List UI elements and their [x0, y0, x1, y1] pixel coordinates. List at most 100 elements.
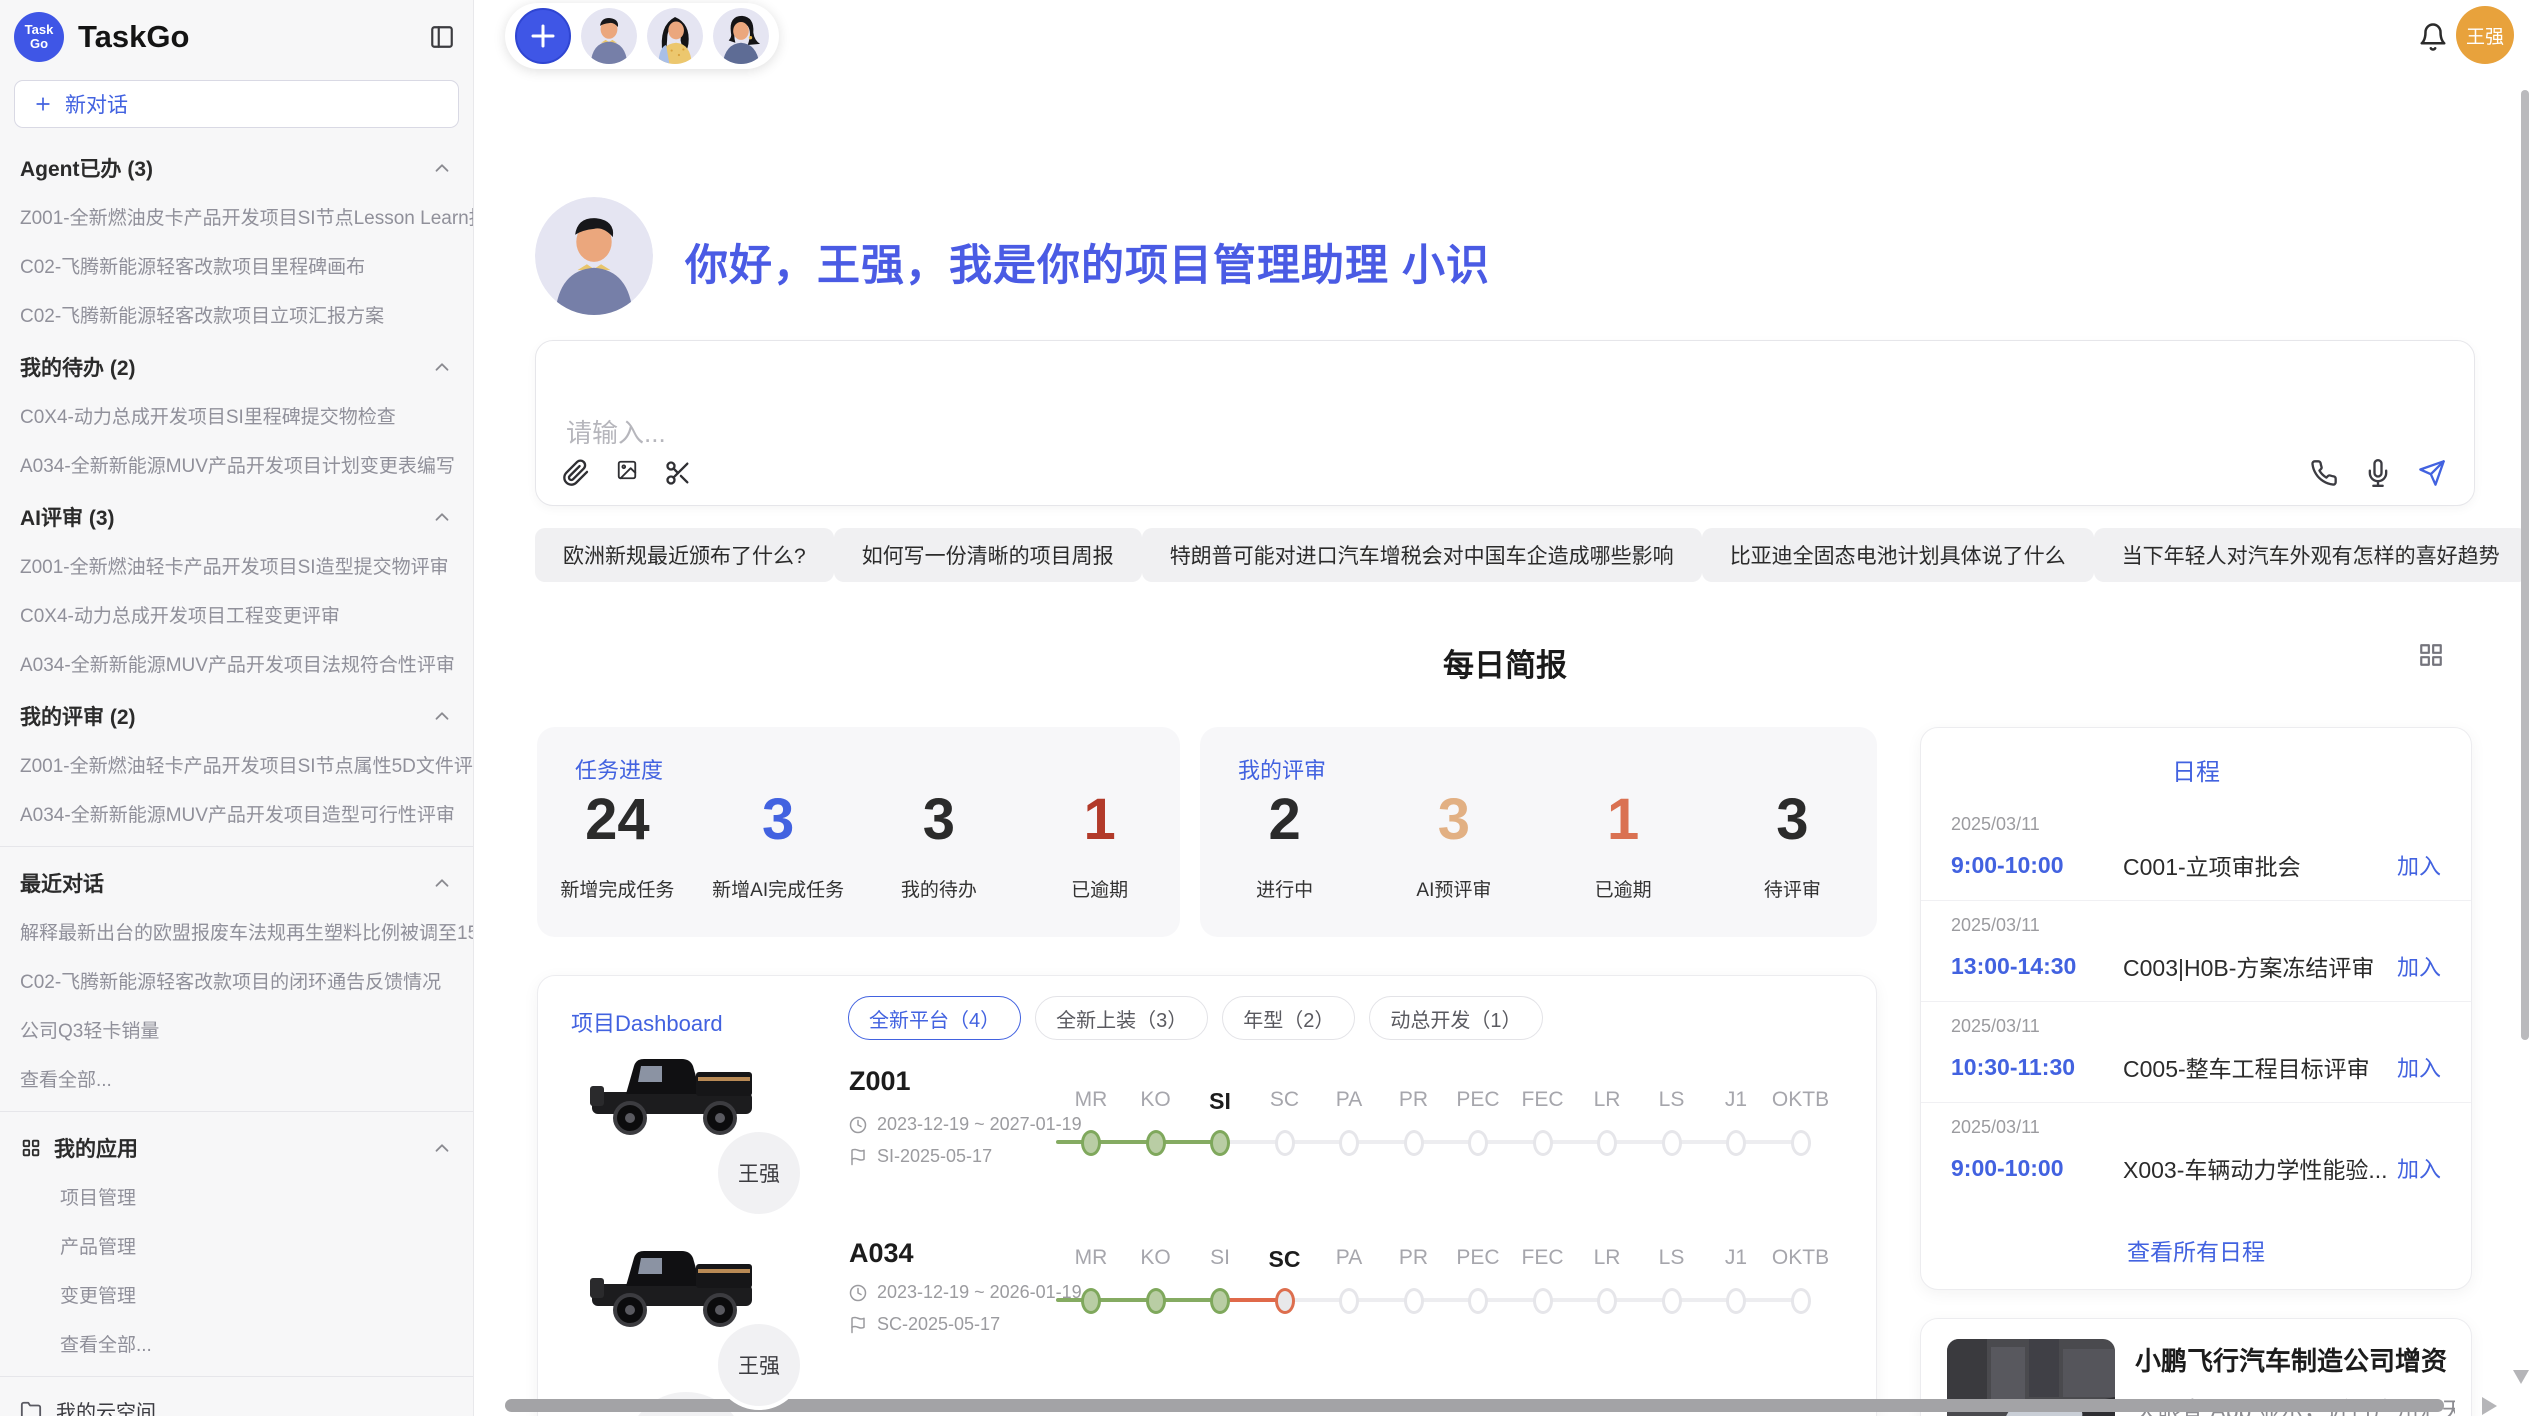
join-meeting-link[interactable]: 加入	[2397, 1152, 2441, 1184]
sidebar-item[interactable]: Z001-全新燃油皮卡产品开发项目SI节点Lesson Learn报告	[0, 192, 473, 241]
send-icon[interactable]	[2418, 459, 2446, 487]
chevron-up-icon[interactable]	[431, 356, 453, 378]
section-title: 我的应用	[20, 1133, 431, 1163]
sidebar-item[interactable]: 公司Q3轻卡销量	[0, 1005, 473, 1054]
sidebar-item[interactable]: 查看全部...	[0, 1054, 473, 1103]
briefing-layout-grid-icon[interactable]	[2418, 642, 2444, 668]
stat-grid: 24新增完成任务3新增AI完成任务3我的待办1已逾期	[537, 789, 1180, 923]
suggestion-chip[interactable]: 如何写一份清晰的项目周报	[834, 528, 1142, 582]
horizontal-scrollbar[interactable]	[505, 1399, 2444, 1412]
milestone-dot	[1791, 1130, 1811, 1156]
sidebar-item[interactable]: 解释最新出台的欧盟报废车法规再生塑料比例被调至15%...	[0, 907, 473, 956]
milestone-dot	[1597, 1130, 1617, 1156]
suggestion-chip[interactable]: 当下年轻人对汽车外观有怎样的喜好趋势	[2094, 528, 2528, 582]
dashboard-tab[interactable]: 全新上装（3）	[1035, 996, 1208, 1040]
daily-briefing-title: 每日简报	[535, 640, 2475, 685]
folder-icon	[20, 1400, 42, 1416]
dashboard-tab[interactable]: 年型（2）	[1222, 996, 1355, 1040]
chevron-up-icon[interactable]	[431, 506, 453, 528]
sidebar-item[interactable]: A034-全新新能源MUV产品开发项目法规符合性评审	[0, 639, 473, 688]
chevron-up-icon[interactable]	[431, 705, 453, 727]
logo-text-top: Task	[25, 23, 54, 37]
sidebar-section-header[interactable]: AI评审 (3)	[0, 489, 473, 541]
sidebar-shortcut[interactable]: 我的云空间	[0, 1385, 473, 1416]
new-chat-label: 新对话	[65, 89, 128, 119]
vertical-scrollbar[interactable]	[2521, 90, 2529, 1040]
sidebar-item[interactable]: C02-飞腾新能源轻客改款项目立项汇报方案	[0, 290, 473, 339]
image-upload-icon[interactable]	[616, 459, 638, 487]
agent-avatar-2[interactable]	[647, 8, 703, 64]
add-agent-button[interactable]	[515, 8, 571, 64]
sidebar-section-header[interactable]: 我的评审 (2)	[0, 688, 473, 740]
project-vehicle-image	[588, 1042, 758, 1146]
stat-column: 2进行中	[1200, 789, 1369, 923]
phone-icon[interactable]	[2310, 459, 2338, 487]
shortcut-label: 我的云空间	[56, 1396, 156, 1416]
agent-avatar-1[interactable]	[581, 8, 637, 64]
sidebar-item[interactable]: C02-飞腾新能源轻客改款项目里程碑画布	[0, 241, 473, 290]
sidebar-item[interactable]: Z001-全新燃油轻卡产品开发项目SI节点属性5D文件评审	[0, 740, 473, 789]
sidebar-item[interactable]: A034-全新新能源MUV产品开发项目造型可行性评审	[0, 789, 473, 838]
stat-column: 1已逾期	[1019, 789, 1180, 923]
stat-label: 已逾期	[1595, 875, 1652, 902]
attachment-icon[interactable]	[562, 459, 590, 487]
milestone-dot	[1662, 1288, 1682, 1314]
milestone-dot	[1146, 1288, 1166, 1314]
project-dates: 2023-12-19 ~ 2026-01-19	[849, 1282, 1082, 1303]
sidebar-divider	[0, 1376, 473, 1377]
sidebar-item[interactable]: Z001-全新燃油轻卡产品开发项目SI造型提交物评审	[0, 541, 473, 590]
section-title-text: 最近对话	[20, 868, 104, 898]
mic-icon[interactable]	[2364, 459, 2392, 487]
stat-card-title: 我的评审	[1238, 753, 1326, 785]
collapse-sidebar-icon[interactable]	[429, 24, 455, 50]
flag-icon	[849, 1316, 867, 1334]
sidebar-item[interactable]: 查看全部...	[0, 1319, 473, 1368]
notifications-bell-icon[interactable]	[2418, 22, 2448, 52]
scroll-right-arrow[interactable]	[2482, 1397, 2497, 1415]
milestone-label: FEC	[1510, 1246, 1576, 1270]
section-title: 我的待办 (2)	[20, 352, 431, 382]
suggestion-chip[interactable]: 欧洲新规最近颁布了什么?	[535, 528, 834, 582]
schedule-event-title: C005-整车工程目标评审	[2123, 1050, 2397, 1084]
sidebar-section-header[interactable]: 我的应用	[0, 1120, 473, 1172]
scroll-down-arrow[interactable]	[2513, 1370, 2529, 1384]
sidebar-item[interactable]: 产品管理	[0, 1221, 473, 1270]
sidebar-item[interactable]: 变更管理	[0, 1270, 473, 1319]
sidebar-section-header[interactable]: 最近对话	[0, 855, 473, 907]
suggestion-chip[interactable]: 特朗普可能对进口汽车增税会对中国车企造成哪些影响	[1142, 528, 1702, 582]
sidebar-item[interactable]: A034-全新新能源MUV产品开发项目计划变更表编写	[0, 440, 473, 489]
project-date-range: 2023-12-19 ~ 2027-01-19	[877, 1114, 1082, 1135]
schedule-row: 10:30-11:30C005-整车工程目标评审加入	[1951, 1050, 2441, 1084]
chevron-up-icon[interactable]	[431, 872, 453, 894]
dashboard-tab[interactable]: 全新平台（4）	[848, 996, 1021, 1040]
sidebar-section-header[interactable]: 我的待办 (2)	[0, 339, 473, 391]
schedule-item: 2025/03/1110:30-11:30C005-整车工程目标评审加入	[1921, 1002, 2471, 1103]
suggestion-chip[interactable]: 比亚迪全固态电池计划具体说了什么	[1702, 528, 2094, 582]
stat-label: 新增AI完成任务	[712, 875, 844, 902]
join-meeting-link[interactable]: 加入	[2397, 950, 2441, 982]
news-title: 小鹏飞行汽车制造公司增资	[2135, 1341, 2447, 1378]
agent-avatar-3[interactable]	[713, 8, 769, 64]
scissors-icon[interactable]	[664, 459, 692, 487]
section-title: 我的评审 (2)	[20, 701, 431, 731]
schedule-title: 日程	[1921, 752, 2471, 787]
new-chat-button[interactable]: 新对话	[14, 80, 459, 128]
chevron-up-icon[interactable]	[431, 157, 453, 179]
milestone-dot	[1597, 1288, 1617, 1314]
milestone-label: MR	[1058, 1088, 1124, 1112]
sidebar-item[interactable]: C02-飞腾新能源轻客改款项目的闭环通告反馈情况	[0, 956, 473, 1005]
chat-input[interactable]: 请输入...	[535, 340, 2475, 506]
join-meeting-link[interactable]: 加入	[2397, 1051, 2441, 1083]
sidebar-item[interactable]: C0X4-动力总成开发项目工程变更评审	[0, 590, 473, 639]
dashboard-tab[interactable]: 动总开发（1）	[1369, 996, 1542, 1040]
sidebar-section-header[interactable]: Agent已办 (3)	[0, 140, 473, 192]
sidebar-item[interactable]: C0X4-动力总成开发项目SI里程碑提交物检查	[0, 391, 473, 440]
agent-crew-bar	[505, 3, 779, 69]
chevron-up-icon[interactable]	[431, 1137, 453, 1159]
user-avatar[interactable]: 王强	[2456, 6, 2514, 64]
sidebar-item[interactable]: 项目管理	[0, 1172, 473, 1221]
view-all-schedule-link[interactable]: 查看所有日程	[1921, 1233, 2471, 1267]
join-meeting-link[interactable]: 加入	[2397, 849, 2441, 881]
stat-label: 待评审	[1764, 875, 1821, 902]
schedule-row: 9:00-10:00C001-立项审批会加入	[1951, 848, 2441, 882]
